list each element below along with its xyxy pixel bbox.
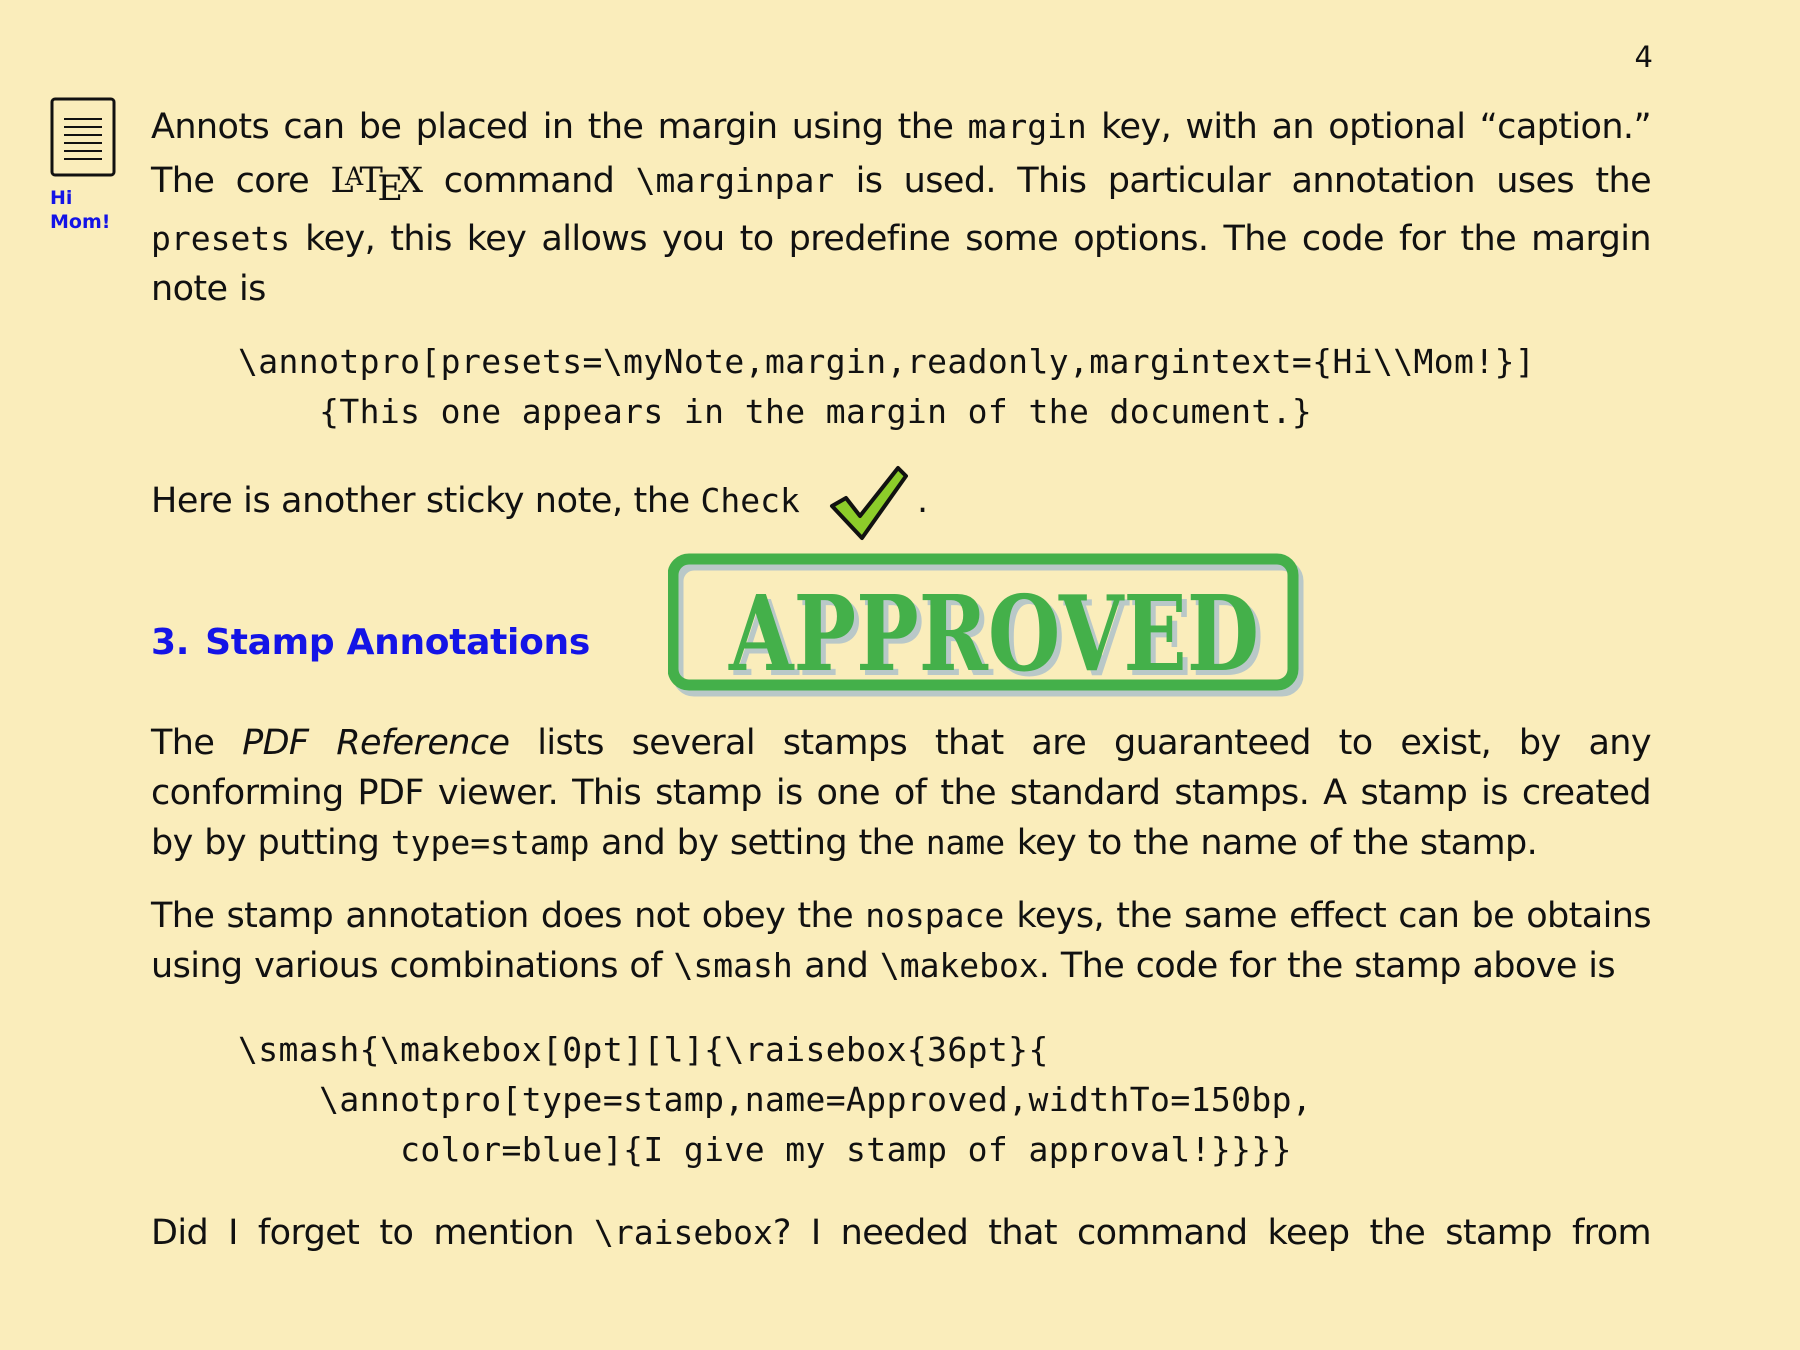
- text-run: key to the name of the stamp.: [1005, 823, 1538, 863]
- text-run: . The code for the stamp above is: [1038, 946, 1616, 986]
- key-nospace: nospace: [865, 896, 1005, 935]
- key-margin: margin: [967, 107, 1087, 146]
- cmd-makebox: \makebox: [879, 946, 1039, 985]
- page-number: 4: [1634, 40, 1653, 74]
- cmd-smash: \smash: [673, 946, 793, 985]
- text-run: The stamp annotation does not obey the: [151, 896, 866, 936]
- intro-paragraph-block: Annots can be placed in the margin using…: [151, 102, 1652, 314]
- check-icon[interactable]: [828, 464, 910, 544]
- section-heading: 3. Stamp Annotations: [151, 622, 590, 663]
- text-run: and: [792, 946, 880, 986]
- text-run: Annots can be placed in the margin using…: [151, 107, 968, 147]
- margin-note-line-1: Hi: [50, 187, 73, 209]
- raisebox-paragraph: Did I forget to mention \raisebox? I nee…: [151, 1208, 1652, 1258]
- period: .: [917, 481, 928, 521]
- text-run: key, this key allows you to predefine so…: [151, 218, 1652, 309]
- code-line: \smash{\makebox[0pt][l]{\raisebox{36pt}{: [238, 1030, 1049, 1069]
- pdf-reference-title: PDF Reference: [242, 723, 510, 763]
- stamp-paragraph: The PDF Reference lists several stamps t…: [151, 718, 1652, 868]
- text-run: command: [422, 161, 636, 202]
- note-icon[interactable]: [50, 97, 116, 177]
- latex-logo: LATEX: [330, 161, 423, 209]
- raisebox-paragraph-block: Did I forget to mention \raisebox? I nee…: [151, 1208, 1652, 1258]
- margin-note-line-2: Mom!: [50, 211, 111, 233]
- approved-stamp[interactable]: APPROVED APPROVED: [668, 553, 1304, 703]
- nospace-paragraph-block: The stamp annotation does not obey the n…: [151, 891, 1652, 991]
- section-number: 3.: [151, 622, 190, 663]
- code-line: \annotpro[presets=\myNote,margin,readonl…: [238, 342, 1536, 381]
- key-name: name: [925, 823, 1006, 862]
- text-run: Here is another sticky note, the: [151, 481, 701, 521]
- check-note-line: Here is another sticky note, the Check .: [151, 481, 928, 521]
- text-run: The: [151, 723, 243, 763]
- code-line: {This one appears in the margin of the d…: [238, 392, 1313, 431]
- cmd-marginpar: \marginpar: [635, 161, 835, 201]
- stamp-paragraph-block: The PDF Reference lists several stamps t…: [151, 718, 1652, 868]
- text-run: Did I forget to mention: [151, 1213, 595, 1253]
- code-block-1: \annotpro[presets=\myNote,margin,readonl…: [238, 337, 1535, 437]
- key-type-stamp: type=stamp: [390, 823, 590, 862]
- text-run: is used. This particular annotation uses…: [834, 161, 1652, 202]
- latex-logo-X: X: [398, 161, 423, 202]
- nospace-paragraph: The stamp annotation does not obey the n…: [151, 891, 1652, 991]
- code-line: \annotpro[type=stamp,name=Approved,width…: [238, 1080, 1313, 1119]
- cmd-raisebox: \raisebox: [594, 1213, 773, 1252]
- margin-note-text: Hi Mom!: [50, 186, 110, 234]
- key-presets: presets: [151, 218, 291, 258]
- text-run: and by setting the: [589, 823, 926, 863]
- text-run: ? I needed that command keep the stamp f…: [772, 1213, 1652, 1253]
- check-name: Check: [700, 481, 800, 520]
- code-block-2: \smash{\makebox[0pt][l]{\raisebox{36pt}{…: [238, 1025, 1312, 1175]
- stamp-label: APPROVED: [728, 572, 1259, 695]
- code-line: color=blue]{I give my stamp of approval!…: [238, 1130, 1292, 1169]
- intro-paragraph: Annots can be placed in the margin using…: [151, 102, 1652, 314]
- section-title: Stamp Annotations: [205, 622, 590, 663]
